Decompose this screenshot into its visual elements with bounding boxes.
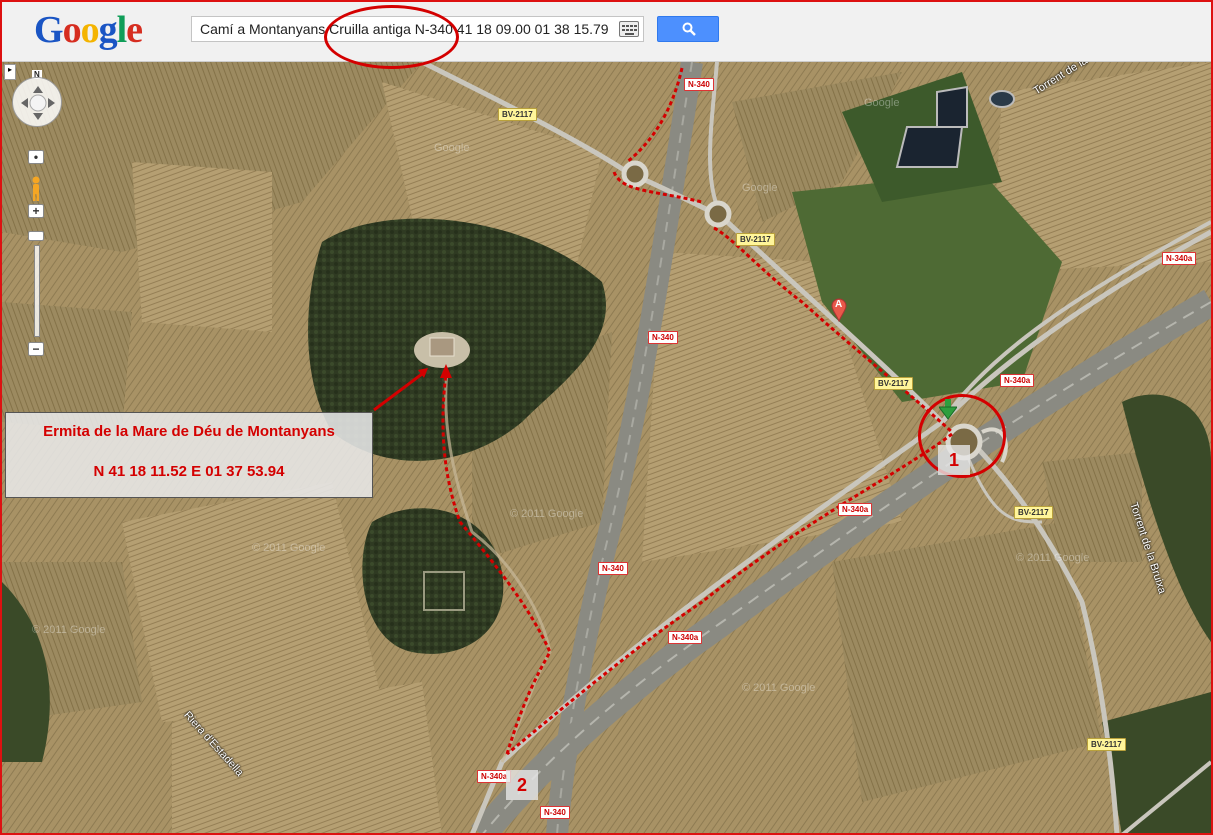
road-label-n340a: N-340a [1162, 252, 1197, 265]
waypoint-label-1: 1 [938, 445, 970, 475]
annotation-title: Ermita de la Mare de Déu de Montanyans [43, 423, 335, 440]
watermark-google: Google [742, 182, 778, 194]
road-label-n340a: N-340a [838, 503, 873, 516]
watermark-google: Google [864, 97, 900, 109]
logo-letter: l [116, 9, 128, 51]
road-label-bv2117: BV-2117 [874, 377, 913, 390]
watermark-copyright: © 2011 Google [32, 624, 106, 636]
search-highlight-circle [324, 5, 459, 69]
road-label-n340: N-340 [540, 806, 570, 819]
road-label-n340: N-340 [648, 331, 678, 344]
map-marker-a-label: A [835, 299, 843, 310]
pan-arrows-icon [21, 86, 55, 120]
google-logo[interactable]: Google [34, 8, 143, 52]
keyboard-icon[interactable] [619, 21, 639, 37]
annotation-box: Ermita de la Mare de Déu de Montanyans N… [5, 412, 373, 498]
road-label-n340: N-340 [598, 562, 628, 575]
zoom-in-button[interactable]: + [28, 204, 44, 218]
window-frame: Google Camí a Montanyans Cruilla antiga … [0, 0, 1213, 835]
road-label-n340a: N-340a [668, 631, 703, 644]
watermark-copyright: © 2011 Google [510, 508, 584, 520]
watermark-google: Google [434, 142, 470, 154]
zoom-level-handle[interactable] [28, 231, 44, 241]
road-label-n340a: N-340a [1000, 374, 1035, 387]
road-label-bv2117: BV-2117 [1087, 738, 1126, 751]
waypoint-label-2: 2 [506, 770, 538, 800]
logo-letter: G [34, 9, 64, 51]
green-arrow-marker-icon[interactable] [939, 399, 957, 421]
watermark-copyright: © 2011 Google [252, 542, 326, 554]
search-button[interactable] [657, 16, 719, 42]
zoom-out-button[interactable]: − [28, 342, 44, 356]
logo-letter: o [62, 9, 82, 51]
logo-letter: o [80, 9, 100, 51]
road-label-bv2117: BV-2117 [498, 108, 537, 121]
road-label-n340: N-340 [684, 78, 714, 91]
road-label-bv2117: BV-2117 [736, 233, 775, 246]
annotation-coordinates: N 41 18 11.52 E 01 37 53.94 [93, 463, 285, 480]
logo-letter: e [126, 9, 143, 51]
zoom-slider[interactable] [34, 245, 40, 337]
pan-control[interactable] [12, 77, 62, 127]
road-label-bv2117: BV-2117 [1014, 506, 1053, 519]
watermark-copyright: © 2011 Google [1016, 552, 1090, 564]
pegman-icon[interactable] [30, 176, 42, 202]
search-icon [682, 22, 696, 36]
logo-letter: g [98, 9, 118, 51]
location-button[interactable]: • [28, 150, 44, 164]
header-bar: Google Camí a Montanyans Cruilla antiga … [2, 2, 1211, 62]
watermark-copyright: © 2011 Google [742, 682, 816, 694]
